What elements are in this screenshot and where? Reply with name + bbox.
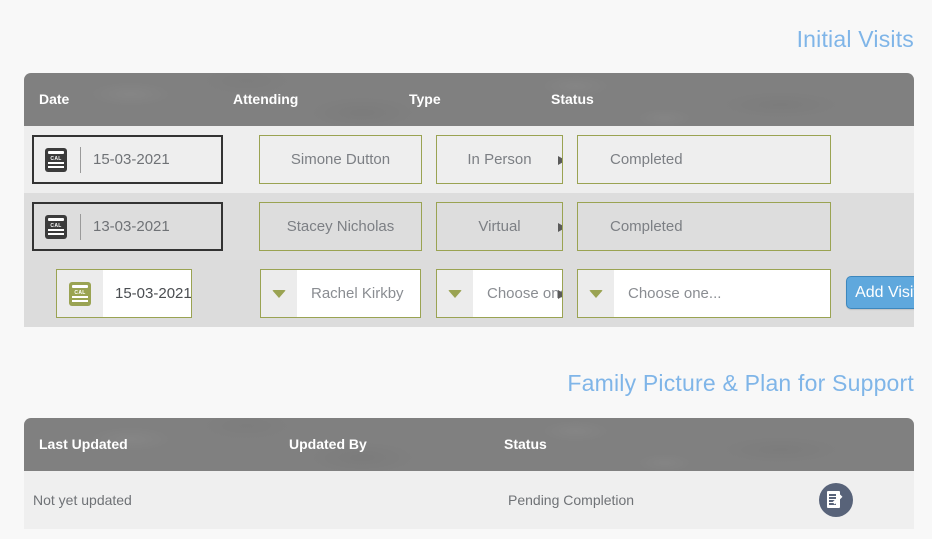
calendar-icon-button[interactable]: CAL bbox=[57, 270, 103, 317]
type-select-row1[interactable]: In Person bbox=[436, 135, 563, 184]
column-header-type: Type bbox=[409, 91, 441, 107]
initial-visits-table: Date Attending Type Status CAL 15-03-202… bbox=[24, 73, 914, 327]
chevron-down-icon bbox=[558, 156, 562, 165]
chevron-down-icon bbox=[558, 223, 562, 232]
column-header-attending: Attending bbox=[233, 91, 299, 107]
table-row: Not yet updated Pending Completion bbox=[24, 471, 914, 529]
chevron-down-icon[interactable] bbox=[578, 270, 614, 317]
cell-date: CAL 13-03-2021 bbox=[32, 193, 223, 260]
cell-type: In Person bbox=[436, 126, 563, 193]
cell-attending: Simone Dutton bbox=[259, 126, 422, 193]
calendar-icon: CAL bbox=[45, 214, 67, 239]
column-header-date: Date bbox=[39, 91, 70, 107]
attending-value: Rachel Kirkby bbox=[311, 285, 404, 302]
column-header-updated-by: Updated By bbox=[289, 436, 367, 452]
type-select-new[interactable]: Choose one bbox=[436, 269, 563, 318]
type-select-row2[interactable]: Virtual bbox=[436, 202, 563, 251]
type-value: Choose one bbox=[487, 285, 563, 302]
edit-document-icon[interactable] bbox=[819, 483, 853, 517]
type-value: In Person bbox=[467, 151, 532, 168]
status-select-row2[interactable]: Completed bbox=[577, 202, 831, 251]
cell-type-new: Choose one bbox=[436, 260, 563, 327]
status-select-row1[interactable]: Completed bbox=[577, 135, 831, 184]
status-select-new[interactable]: Choose one... bbox=[577, 269, 831, 318]
family-picture-table: Last Updated Updated By Status Not yet u… bbox=[24, 418, 914, 529]
cell-last-updated: Not yet updated bbox=[33, 492, 132, 508]
date-input-new[interactable]: CAL 15-03-2021 bbox=[56, 269, 192, 318]
cell-attending: Stacey Nicholas bbox=[259, 193, 422, 260]
cell-status: Completed bbox=[577, 193, 831, 260]
calendar-icon: CAL bbox=[45, 147, 67, 172]
type-value: Virtual bbox=[478, 218, 521, 235]
cell-date: CAL 15-03-2021 bbox=[32, 126, 223, 193]
cell-type: Virtual bbox=[436, 193, 563, 260]
chevron-down-icon[interactable] bbox=[437, 270, 473, 317]
date-input-row1[interactable]: CAL 15-03-2021 bbox=[32, 135, 223, 184]
initial-visits-table-header: Date Attending Type Status bbox=[24, 73, 914, 126]
attending-value: Simone Dutton bbox=[290, 151, 391, 168]
date-value: 13-03-2021 bbox=[93, 218, 170, 235]
attending-value: Stacey Nicholas bbox=[286, 218, 395, 235]
family-picture-table-header: Last Updated Updated By Status bbox=[24, 418, 914, 471]
table-row: CAL 13-03-2021 Stacey Nicholas Virtual C… bbox=[24, 193, 914, 260]
column-header-status: Status bbox=[551, 91, 594, 107]
column-header-last-updated: Last Updated bbox=[39, 436, 128, 452]
page-root: Initial Visits Date Attending Type Statu… bbox=[0, 0, 932, 539]
column-header-status: Status bbox=[504, 436, 547, 452]
new-visit-row: CAL 15-03-2021 Rachel Kirkby Choose one bbox=[24, 260, 914, 327]
date-input-row2[interactable]: CAL 13-03-2021 bbox=[32, 202, 223, 251]
attending-input-row1[interactable]: Simone Dutton bbox=[259, 135, 422, 184]
attending-select-new[interactable]: Rachel Kirkby bbox=[260, 269, 421, 318]
status-value: Completed bbox=[610, 218, 683, 235]
cell-date-new: CAL 15-03-2021 bbox=[56, 260, 192, 327]
cell-attending-new: Rachel Kirkby bbox=[260, 260, 421, 327]
calendar-icon: CAL bbox=[69, 281, 91, 306]
cell-status-new: Choose one... bbox=[577, 260, 831, 327]
cell-status: Completed bbox=[577, 126, 831, 193]
date-value: 15-03-2021 bbox=[93, 151, 170, 168]
attending-input-row2[interactable]: Stacey Nicholas bbox=[259, 202, 422, 251]
divider bbox=[80, 146, 81, 173]
divider bbox=[80, 213, 81, 240]
status-value: Choose one... bbox=[628, 285, 722, 302]
date-value: 15-03-2021 bbox=[115, 285, 192, 302]
initial-visits-heading: Initial Visits bbox=[796, 26, 914, 52]
table-row: CAL 15-03-2021 Simone Dutton In Person C… bbox=[24, 126, 914, 193]
status-value: Completed bbox=[610, 151, 683, 168]
family-picture-heading: Family Picture & Plan for Support bbox=[567, 370, 914, 396]
chevron-down-icon[interactable] bbox=[261, 270, 297, 317]
add-visit-button[interactable]: Add Visit bbox=[846, 276, 914, 309]
cell-status: Pending Completion bbox=[508, 492, 635, 508]
